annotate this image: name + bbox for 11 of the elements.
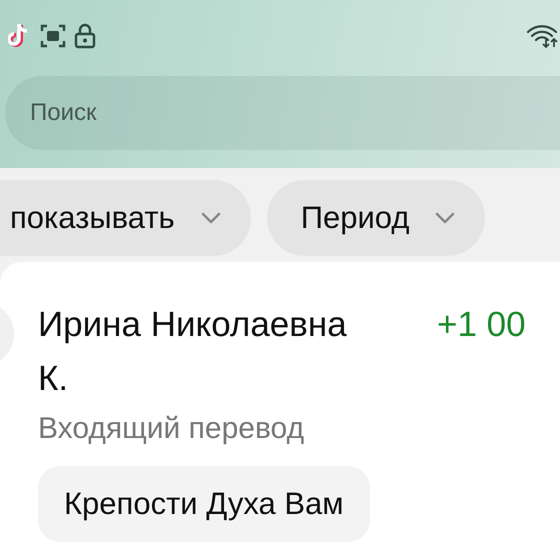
screenshot-icon <box>40 23 66 49</box>
transaction-amount: +1 00 <box>437 304 526 346</box>
sender-name: Ирина Николаевна К. <box>38 304 348 400</box>
chevron-down-icon <box>435 212 456 224</box>
transaction-type: Входящий перевод <box>38 412 306 446</box>
filter-dropdown[interactable]: Период <box>266 180 486 256</box>
wifi-icon <box>526 23 560 49</box>
filter-dropdown[interactable]: показывать <box>0 180 251 256</box>
chevron-down-icon <box>200 212 221 224</box>
message-bubble: Крепости Духа Вам <box>38 466 370 542</box>
lock-icon <box>74 23 96 49</box>
